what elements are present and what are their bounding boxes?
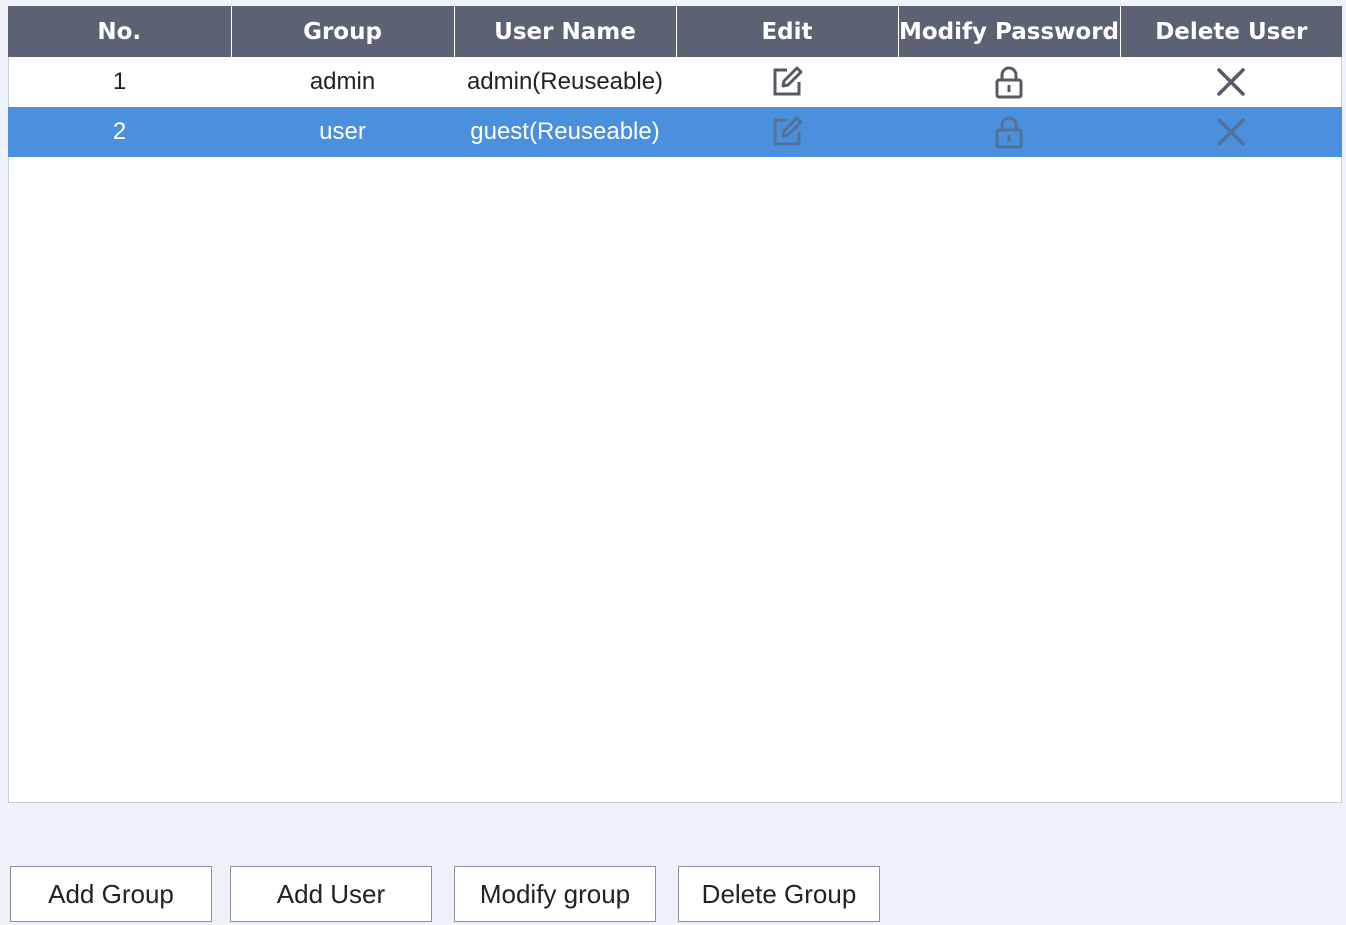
cell-user-name: admin(Reuseable)	[466, 68, 664, 95]
close-icon[interactable]	[1216, 67, 1246, 97]
modify-group-button[interactable]: Modify group	[454, 866, 656, 922]
column-header-edit: Edit	[676, 6, 899, 57]
column-header-group: Group	[231, 6, 455, 57]
user-table-panel: No. Group User Name Edit Modify Password…	[8, 6, 1342, 803]
column-header-modify-password: Modify Password	[898, 6, 1121, 57]
cell-delete-user	[1120, 57, 1342, 107]
lock-icon[interactable]	[993, 115, 1025, 149]
cell-group: user	[231, 107, 454, 157]
column-header-user-name: User Name	[454, 6, 677, 57]
add-group-button[interactable]: Add Group	[10, 866, 212, 922]
table-row[interactable]: 1 admin admin(Reuseable)	[8, 57, 1342, 107]
edit-icon[interactable]	[770, 115, 804, 149]
cell-modify-password	[898, 57, 1120, 107]
cell-no: 2	[8, 107, 231, 157]
column-header-no: No.	[8, 6, 232, 57]
add-user-button[interactable]: Add User	[230, 866, 432, 922]
cell-group: admin	[309, 68, 376, 95]
cell-no: 1	[112, 68, 127, 95]
cell-edit	[676, 107, 898, 157]
delete-group-button[interactable]: Delete Group	[678, 866, 880, 922]
table-row-selected[interactable]: 2 user guest(Reuseable)	[8, 107, 1342, 157]
cell-delete-user	[1120, 107, 1342, 157]
cell-user-name: guest(Reuseable)	[454, 107, 676, 157]
close-icon[interactable]	[1216, 117, 1246, 147]
user-table: No. Group User Name Edit Modify Password…	[8, 6, 1342, 157]
cell-edit	[676, 57, 898, 107]
cell-modify-password	[898, 107, 1120, 157]
edit-icon[interactable]	[770, 65, 804, 99]
lock-icon[interactable]	[993, 65, 1025, 99]
column-header-delete-user: Delete User	[1120, 6, 1342, 57]
table-header-row: No. Group User Name Edit Modify Password…	[8, 6, 1342, 57]
